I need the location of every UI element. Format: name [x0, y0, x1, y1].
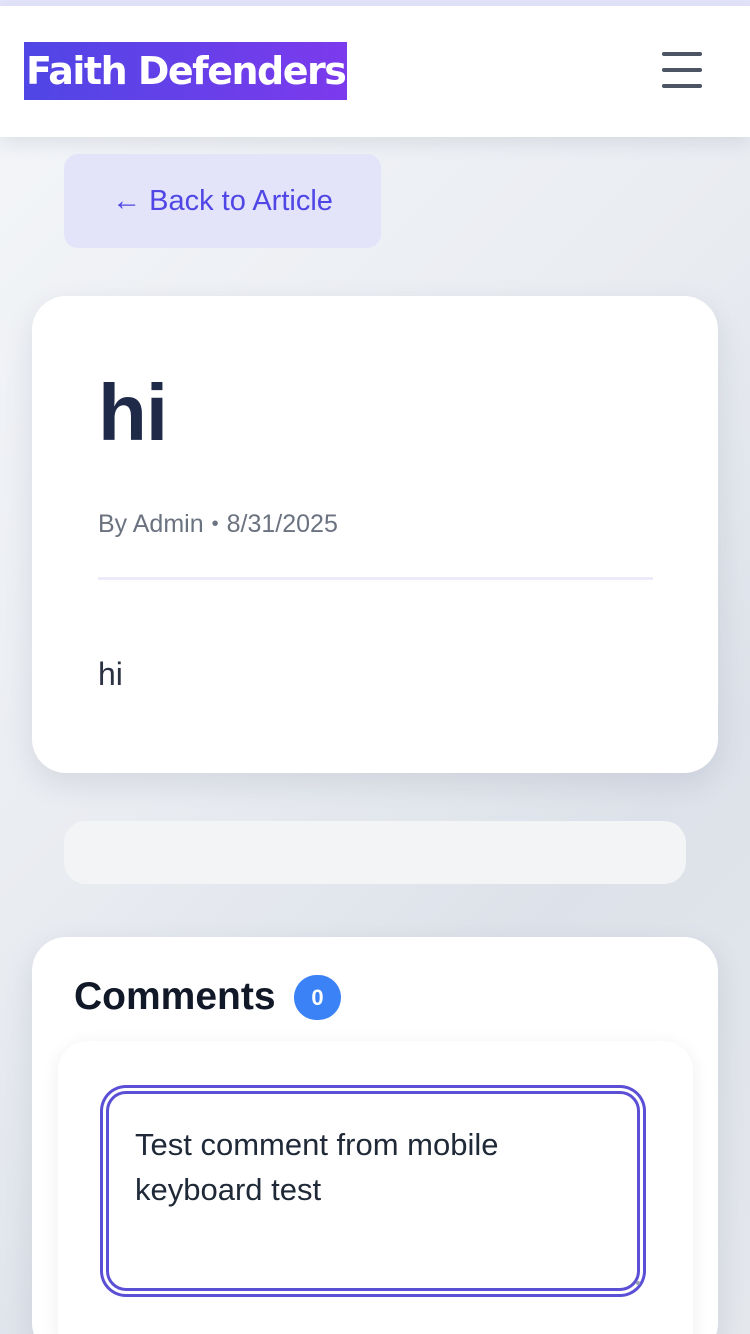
comment-count-badge: 0 — [294, 975, 341, 1020]
menu-line — [662, 68, 702, 72]
loading-placeholder — [64, 821, 686, 884]
article-card: hi By Admin • 8/31/2025 hi — [32, 296, 718, 773]
menu-line — [662, 52, 702, 56]
article-meta: By Admin • 8/31/2025 — [98, 510, 338, 539]
back-to-article-button[interactable]: ← Back to Article — [64, 154, 381, 248]
comments-title: Comments — [74, 975, 276, 1018]
menu-line — [662, 84, 702, 88]
comment-textarea[interactable]: Test comment from mobile keyboard test — [106, 1091, 640, 1291]
hamburger-menu-icon[interactable] — [654, 46, 710, 98]
comments-card: Comments 0 Test comment from mobile keyb… — [32, 937, 718, 1334]
resize-grip-icon[interactable] — [636, 1281, 640, 1285]
comment-form: Test comment from mobile keyboard test — [58, 1041, 693, 1334]
article-body: hi — [98, 656, 123, 692]
article-divider — [98, 577, 653, 580]
article-title: hi — [98, 368, 168, 457]
site-logo[interactable]: Faith Defenders — [24, 42, 348, 100]
site-header: Faith Defenders — [0, 6, 750, 137]
article-date: 8/31/2025 — [226, 510, 338, 538]
article-author: By Admin — [98, 510, 204, 538]
meta-separator: • — [211, 513, 219, 535]
